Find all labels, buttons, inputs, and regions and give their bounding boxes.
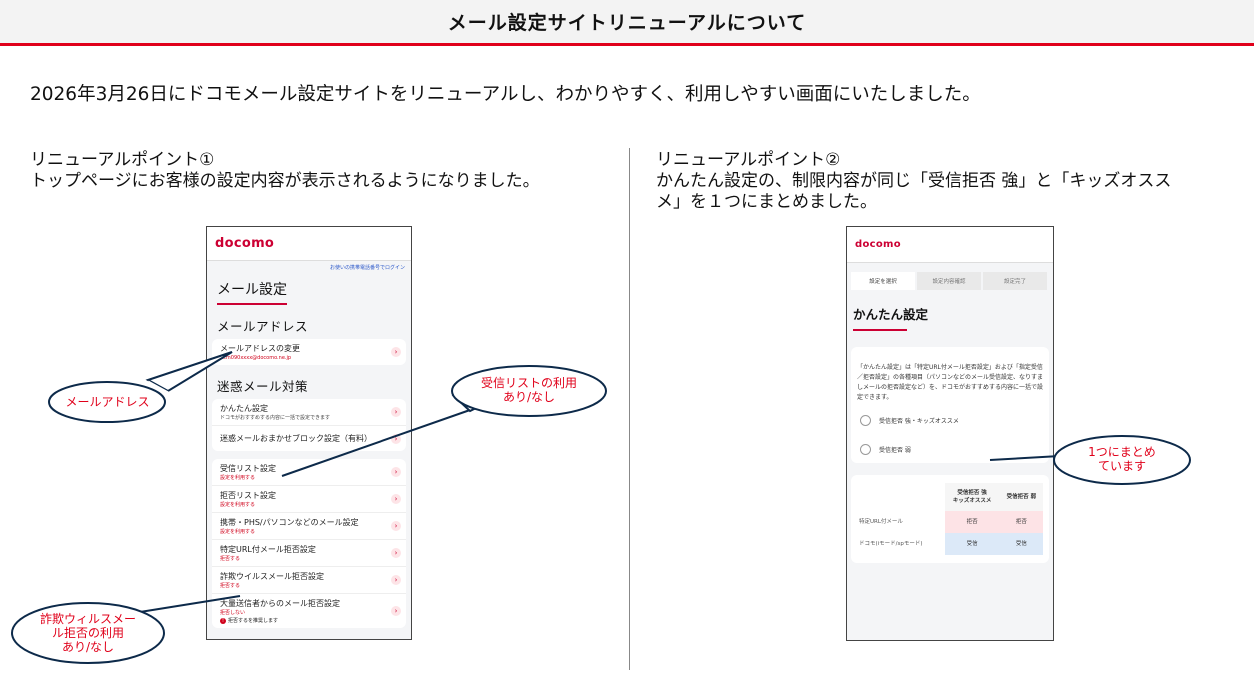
url-reject-row[interactable]: 特定URL付メール拒否設定 拒否する › — [212, 540, 406, 567]
table-row: ドコモ(iモード/spモード) 受信 受信 — [857, 533, 1043, 555]
row-label: 迷惑メールおまかせブロック設定（有料） — [220, 434, 372, 443]
list-card: 受信リスト設定 設定を利用する › 拒否リスト設定 設定を利用する › 携帯・P… — [212, 459, 406, 628]
screenshot-easy-setting: docomo 設定を選択 設定内容確認 設定完了 かんたん設定 「かんたん設定」… — [846, 226, 1054, 641]
chevron-right-icon: › — [391, 575, 401, 585]
row-label: 受信リスト設定 — [220, 464, 276, 473]
cell-value: 拒否 — [944, 511, 1000, 533]
table-corner — [857, 483, 945, 511]
omakase-block-row[interactable]: 迷惑メールおまかせブロック設定（有料） › — [212, 426, 406, 451]
screen-title: メール設定 — [217, 279, 287, 305]
comparison-table: 受信拒否 強キッズオススメ 受信拒否 弱 特定URL付メール 拒否 拒否 ドコモ… — [857, 483, 1043, 555]
login-link[interactable]: お使いの携帯電話番号でログイン — [207, 261, 411, 271]
callout-text-fraud: 詐欺ウィルスメー ル拒否の利用 あり/なし — [39, 612, 136, 654]
app-topbar: docomo — [847, 227, 1053, 263]
chevron-right-icon: › — [391, 606, 401, 616]
row-label: 大量送信者からのメール拒否設定 — [220, 599, 340, 608]
radio-button[interactable] — [860, 444, 871, 455]
callout-text-mail-address: メールアドレス — [65, 395, 150, 409]
row-sub: ドコモがおすすめする内容に一括で設定できます — [220, 415, 331, 421]
row-sub: 設定を利用する — [220, 529, 256, 535]
point1-desc: トップページにお客様の設定内容が表示されるようになりました。 — [30, 171, 540, 191]
mobile-pc-mail-row[interactable]: 携帯・PHS/パソコンなどのメール設定 設定を利用する › — [212, 513, 406, 540]
title-underline — [853, 329, 907, 331]
point2-desc-line2: メ」を１つにまとめました。 — [656, 192, 877, 212]
docomo-logo: docomo — [855, 239, 901, 250]
point2-block: リニューアルポイント② かんたん設定の、制限内容が同じ「受信拒否 強」と「キッズ… — [656, 150, 1171, 213]
cell-value: 受信 — [999, 533, 1043, 555]
alert-icon: ! — [220, 618, 226, 624]
row-label: かんたん設定 — [220, 404, 268, 413]
point1-block: リニューアルポイント① トップページにお客様の設定内容が表示されるようになりまし… — [30, 150, 540, 192]
docomo-logo: docomo — [215, 236, 275, 251]
chevron-right-icon: › — [391, 407, 401, 417]
row-sub: dcm090xxxx@docomo.ne.jp — [220, 355, 292, 361]
bulk-sender-row[interactable]: 大量送信者からのメール拒否設定 拒否しない ! 拒否するを推奨します › — [212, 594, 406, 628]
section-mail-address: メールアドレス — [217, 319, 309, 334]
easy-setting-card: 「かんたん設定」は「特定URL付メール拒否設定」および「指定受信／拒否設定」の各… — [851, 347, 1049, 463]
address-card: メールアドレスの変更 dcm090xxxx@docomo.ne.jp › — [212, 339, 406, 365]
row-label: 特定URL付メール拒否設定 — [220, 545, 316, 554]
row-sub: 拒否しない — [220, 610, 246, 616]
table-row: 特定URL付メール 拒否 拒否 — [857, 511, 1043, 533]
row-label: 携帯・PHS/パソコンなどのメール設定 — [220, 518, 359, 527]
option-strong-kids[interactable]: 受信拒否 強・キッズオススメ — [857, 415, 1043, 426]
point2-desc-line1: かんたん設定の、制限内容が同じ「受信拒否 強」と「キッズオスス — [656, 171, 1172, 191]
page-header: メール設定サイトリニューアルについて — [0, 0, 1254, 46]
chevron-right-icon: › — [391, 433, 401, 444]
fraud-virus-row[interactable]: 詐欺ウイルスメール拒否設定 拒否する › — [212, 567, 406, 594]
row-sub: 設定を利用する — [220, 502, 256, 508]
chevron-right-icon: › — [391, 494, 401, 504]
warning-note: ! 拒否するを推奨します — [220, 617, 386, 625]
point2-title: リニューアルポイント② — [656, 150, 841, 170]
callout-text-receive-list: 受信リストの利用 あり/なし — [480, 376, 577, 404]
easy-setting-title: かんたん設定 — [853, 307, 929, 322]
chevron-right-icon: › — [391, 548, 401, 558]
receive-list-row[interactable]: 受信リスト設定 設定を利用する › — [212, 459, 406, 486]
spam-card: かんたん設定 ドコモがおすすめする内容に一括で設定できます › 迷惑メールおまか… — [212, 399, 406, 451]
intro-text: 2026年3月26日にドコモメール設定サイトをリニューアルし、わかりやすく、利用… — [30, 84, 981, 105]
app-topbar: docomo — [207, 227, 411, 261]
row-sub: 拒否する — [220, 556, 241, 562]
comparison-card: 受信拒否 強キッズオススメ 受信拒否 弱 特定URL付メール 拒否 拒否 ドコモ… — [851, 475, 1049, 563]
step-select: 設定を選択 — [851, 272, 915, 290]
row-label: メールアドレスの変更 — [220, 344, 300, 353]
row-header: ドコモ(iモード/spモード) — [857, 533, 945, 555]
step-complete: 設定完了 — [983, 272, 1047, 290]
easy-setting-description: 「かんたん設定」は「特定URL付メール拒否設定」および「指定受信／拒否設定」の各… — [857, 364, 1044, 401]
address-change-row[interactable]: メールアドレスの変更 dcm090xxxx@docomo.ne.jp › — [212, 339, 406, 365]
cell-value: 拒否 — [999, 511, 1043, 533]
reject-list-row[interactable]: 拒否リスト設定 設定を利用する › — [212, 486, 406, 513]
chevron-right-icon: › — [391, 467, 401, 477]
radio-button[interactable] — [860, 415, 871, 426]
column-divider — [629, 148, 630, 670]
option-weak[interactable]: 受信拒否 弱 — [857, 444, 1043, 455]
row-label: 詐欺ウイルスメール拒否設定 — [220, 572, 324, 581]
option-label: 受信拒否 強・キッズオススメ — [879, 418, 959, 425]
point1-title: リニューアルポイント① — [30, 150, 215, 170]
progress-stepper: 設定を選択 設定内容確認 設定完了 — [851, 272, 1049, 290]
section-spam: 迷惑メール対策 — [217, 379, 309, 394]
row-sub: 拒否する — [220, 583, 241, 589]
option-label: 受信拒否 弱 — [879, 447, 911, 454]
chevron-right-icon: › — [391, 521, 401, 531]
row-sub: 設定を利用する — [220, 475, 256, 481]
col-header-strong: 受信拒否 強キッズオススメ — [944, 483, 1000, 511]
cell-value: 受信 — [944, 533, 1000, 555]
callout-text-merged: 1つにまとめ ています — [1088, 445, 1156, 473]
screenshot-mail-settings: docomo お使いの携帯電話番号でログイン メール設定 メールアドレス メール… — [206, 226, 412, 640]
row-header: 特定URL付メール — [857, 511, 945, 533]
page-title: メール設定サイトリニューアルについて — [447, 12, 807, 34]
easy-setting-row[interactable]: かんたん設定 ドコモがおすすめする内容に一括で設定できます › — [212, 399, 406, 426]
step-confirm: 設定内容確認 — [917, 272, 981, 290]
row-label: 拒否リスト設定 — [220, 491, 276, 500]
warning-text: 拒否するを推奨します — [228, 618, 279, 624]
col-header-weak: 受信拒否 弱 — [999, 483, 1043, 511]
chevron-right-icon: › — [391, 347, 401, 357]
